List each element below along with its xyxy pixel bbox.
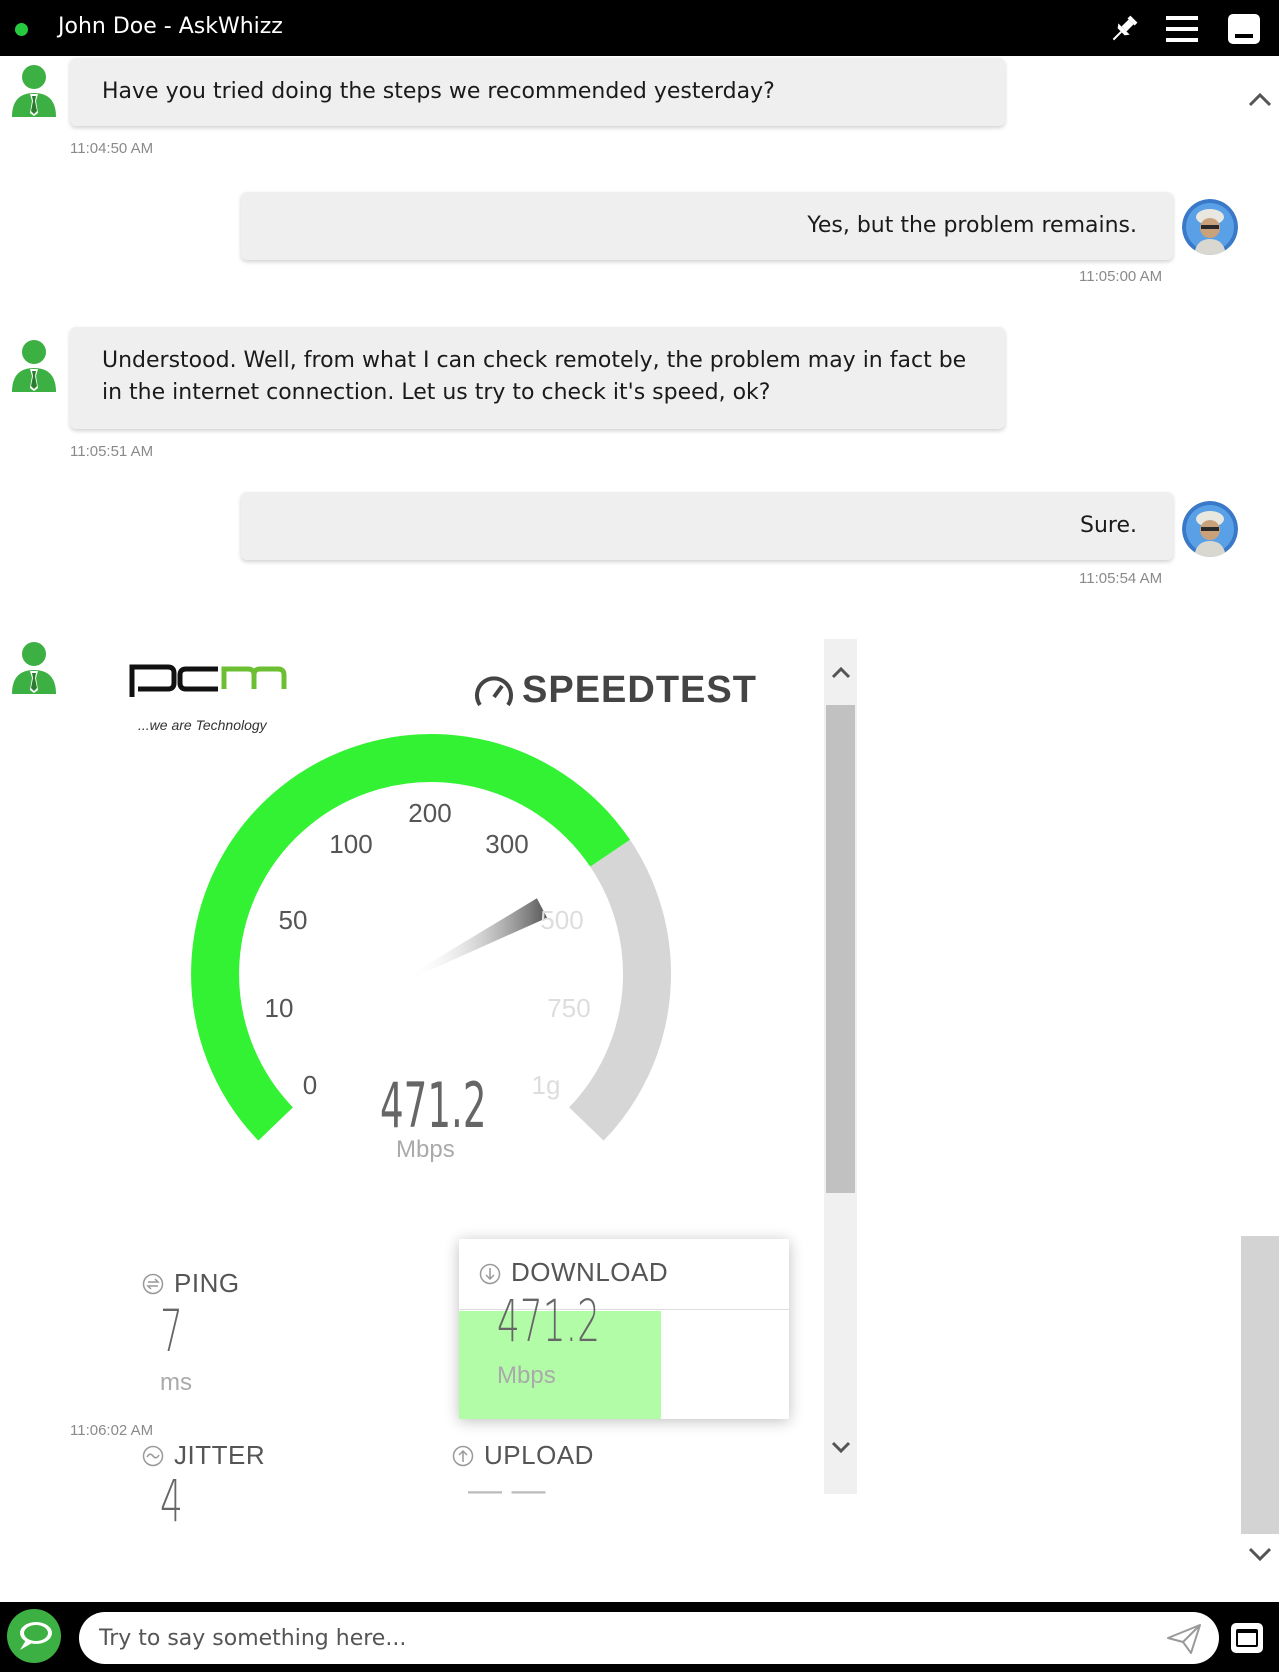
gauge-tick: 1g — [532, 1070, 561, 1100]
gauge-value: 471.2 — [380, 1069, 487, 1142]
chevron-up-icon[interactable] — [1246, 86, 1274, 114]
message-timestamp: 11:05:54 AM — [1079, 570, 1163, 587]
menu-icon[interactable] — [1164, 12, 1200, 46]
download-label: DOWNLOAD — [511, 1257, 669, 1287]
user-avatar — [1182, 501, 1238, 557]
gauge-needle — [409, 898, 548, 979]
message-timestamp: 11:05:51 AM — [70, 443, 154, 460]
ping-label: PING — [174, 1268, 240, 1298]
agent-avatar-icon — [8, 61, 60, 117]
widget-scrollbar[interactable] — [824, 639, 857, 1494]
title-bar: John Doe - AskWhizz — [0, 0, 1279, 56]
gauge-tick: 300 — [485, 829, 528, 859]
input-bar — [0, 1602, 1279, 1672]
gauge-tick: 200 — [408, 798, 451, 828]
chevron-down-icon[interactable] — [829, 1435, 853, 1459]
gauge-tick: 50 — [279, 905, 308, 935]
chevron-down-icon[interactable] — [1246, 1540, 1274, 1568]
upload-label: UPLOAD — [484, 1440, 594, 1470]
gauge-tick: 10 — [265, 993, 294, 1023]
online-status-icon — [15, 23, 28, 36]
askwhizz-logo-icon — [7, 1609, 61, 1663]
agent-avatar-icon — [8, 638, 60, 694]
user-message: Yes, but the problem remains. — [241, 192, 1173, 260]
ping-icon — [142, 1273, 164, 1295]
message-timestamp: 11:04:50 AM — [70, 140, 154, 157]
jitter-icon — [142, 1445, 164, 1467]
download-unit: Mbps — [497, 1362, 556, 1389]
gauge-unit: Mbps — [396, 1136, 455, 1163]
expand-icon[interactable] — [1229, 1620, 1265, 1656]
message-timestamp: 11:06:02 AM — [70, 1422, 154, 1439]
gauge-tick: 0 — [303, 1070, 317, 1100]
upload-value: — — — [468, 1471, 546, 1509]
download-icon — [479, 1263, 501, 1285]
chevron-up-icon[interactable] — [829, 661, 853, 685]
upload-icon — [452, 1445, 474, 1467]
user-message: Sure. — [241, 492, 1173, 560]
send-icon[interactable] — [1165, 1622, 1203, 1656]
ping-unit: ms — [160, 1369, 192, 1396]
user-avatar — [1182, 199, 1238, 255]
minimize-icon[interactable] — [1226, 12, 1262, 46]
ping-value: 7 — [160, 1297, 183, 1365]
message-timestamp: 11:05:00 AM — [1079, 268, 1163, 285]
chat-scrollbar[interactable] — [1241, 56, 1279, 1602]
download-value: 471.2 — [497, 1287, 600, 1355]
widget-scroll-thumb[interactable] — [826, 705, 855, 1193]
download-card: DOWNLOAD 471.2 Mbps — [459, 1239, 789, 1419]
window-title: John Doe - AskWhizz — [58, 14, 283, 39]
speedtest-widget[interactable]: ...we are Technology SPEEDTEST 0 10 50 1… — [110, 639, 857, 1535]
gauge-tick: 500 — [540, 905, 583, 935]
agent-message: Have you tried doing the steps we recomm… — [70, 58, 1005, 126]
gauge-tick: 750 — [547, 993, 590, 1023]
agent-avatar-icon — [8, 336, 60, 392]
agent-message: Understood. Well, from what I can check … — [70, 327, 1005, 429]
chat-scroll-thumb[interactable] — [1241, 1236, 1279, 1534]
gauge-tick: 100 — [329, 829, 372, 859]
jitter-label: JITTER — [174, 1440, 266, 1470]
pin-icon[interactable] — [1106, 12, 1142, 46]
message-input[interactable] — [79, 1612, 1219, 1664]
chat-transcript[interactable]: Have you tried doing the steps we recomm… — [0, 56, 1241, 1602]
jitter-value: 4 — [160, 1467, 183, 1535]
